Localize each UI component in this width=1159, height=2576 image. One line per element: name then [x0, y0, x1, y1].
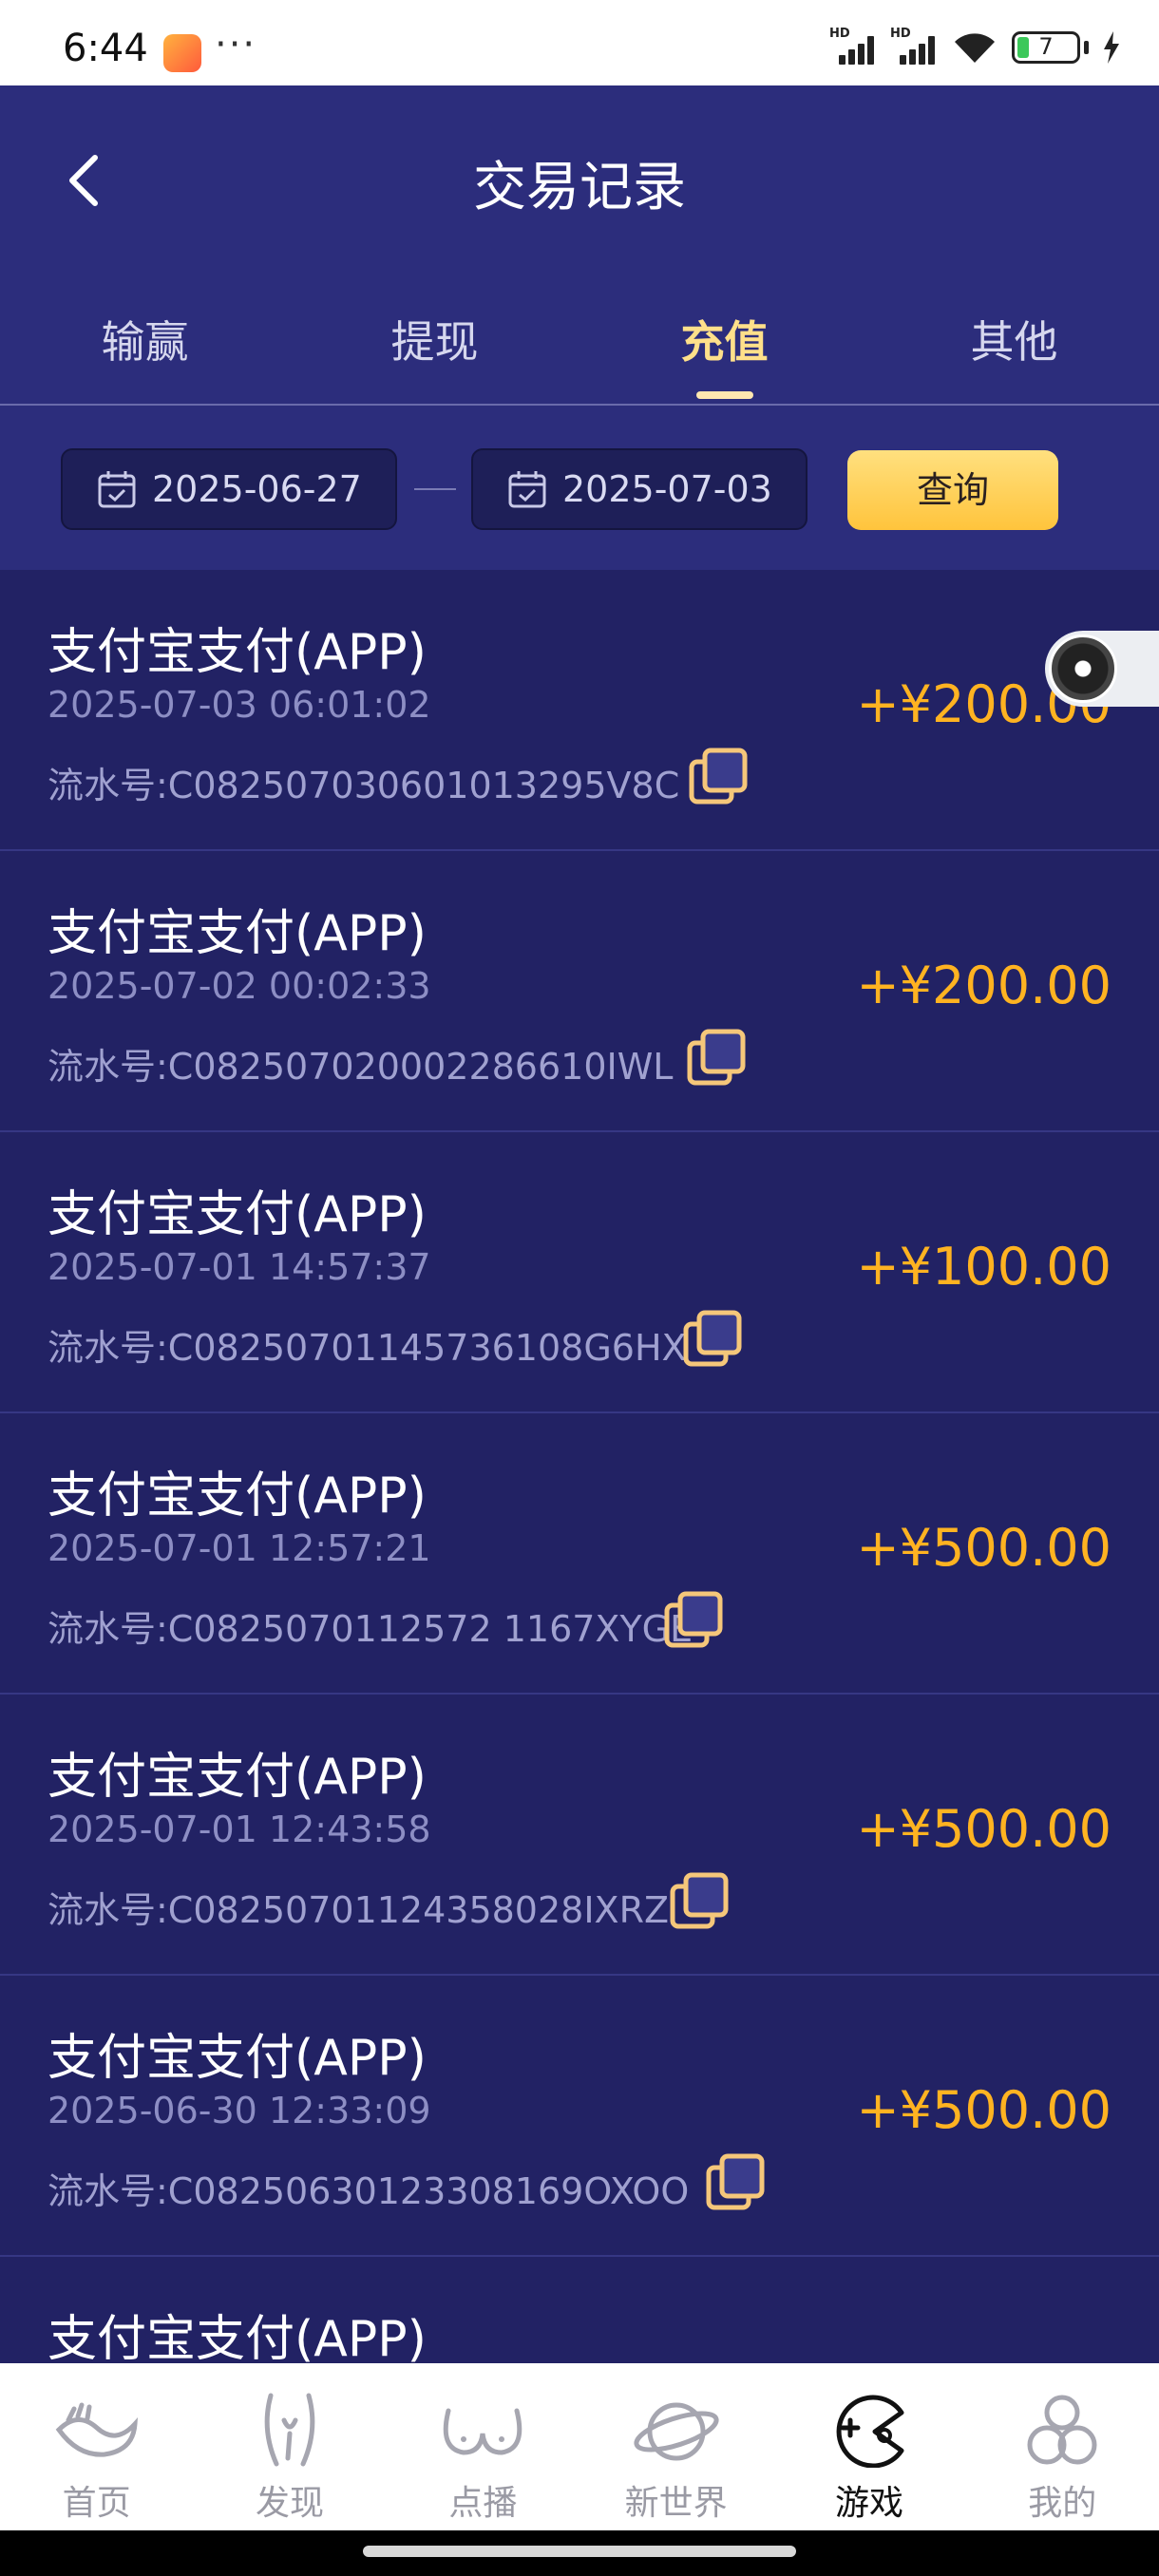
transaction-row: 支付宝支付(APP) 2025-07-01 14:57:37 流水号:C0825…	[0, 1132, 1159, 1413]
battery-icon: 7	[1012, 31, 1080, 64]
nav-discover[interactable]: 发现	[193, 2363, 386, 2530]
nav-label: 发现	[255, 2484, 324, 2523]
vod-icon	[444, 2408, 522, 2455]
transaction-title: 支付宝支付(APP)	[48, 624, 427, 681]
transaction-title: 支付宝支付(APP)	[48, 1186, 427, 1243]
page-title: 交易记录	[473, 157, 686, 218]
nav-profile[interactable]: 我的	[966, 2363, 1159, 2530]
nav-new-world[interactable]: 新世界	[580, 2363, 772, 2530]
copy-icon[interactable]	[663, 1590, 724, 1651]
home-hand-icon	[55, 2402, 138, 2457]
transaction-title: 支付宝支付(APP)	[48, 1468, 427, 1525]
nav-label: 我的	[1028, 2484, 1097, 2523]
signal-2-icon: HD	[890, 27, 938, 65]
home-indicator[interactable]	[363, 2546, 796, 2557]
transaction-amount: +¥500.00	[856, 1518, 1112, 1578]
transaction-row: 支付宝支付(APP) 2025-07-01 12:57:21 流水号:C0825…	[0, 1413, 1159, 1695]
transaction-row: 支付宝支付(APP) 2025-07-02 00:02:33 流水号:C0825…	[0, 851, 1159, 1132]
game-icon	[836, 2395, 904, 2468]
transaction-time: 2025-07-01 12:57:21	[48, 1527, 431, 1569]
date-filter: 2025-06-27 2025-07-03 查询	[0, 448, 1159, 536]
end-date-picker[interactable]: 2025-07-03	[471, 448, 808, 530]
transaction-row: 支付宝支付(APP) 2025-06-30 12:33:09 流水号:C0825…	[0, 1976, 1159, 2257]
transaction-time: 2025-06-30 12:33:09	[48, 2090, 431, 2131]
transaction-title: 支付宝支付(APP)	[48, 2030, 427, 2087]
tab-withdraw[interactable]: 提现	[290, 304, 580, 380]
charging-icon	[1104, 31, 1119, 64]
nav-label: 首页	[62, 2484, 131, 2523]
copy-icon[interactable]	[669, 1871, 730, 1932]
transaction-amount: +¥200.00	[856, 956, 1112, 1015]
transaction-amount: +¥500.00	[856, 2080, 1112, 2140]
calendar-icon	[98, 471, 136, 508]
battery-cap	[1084, 41, 1089, 54]
profile-icon	[1027, 2395, 1097, 2465]
transaction-row: 支付宝支付(APP) 2025-07-01 12:43:58 流水号:C0825…	[0, 1695, 1159, 1976]
battery-level: 7	[1038, 33, 1054, 60]
planet-icon	[634, 2402, 719, 2461]
transaction-amount: +¥500.00	[856, 1799, 1112, 1859]
transaction-serial: 流水号:C082507030601013295V8C	[48, 765, 680, 806]
transaction-row: 支付宝支付(APP)	[0, 2257, 1159, 2365]
transaction-title: 支付宝支付(APP)	[48, 905, 427, 962]
start-date-picker[interactable]: 2025-06-27	[61, 448, 397, 530]
transaction-time: 2025-07-02 00:02:33	[48, 965, 431, 1007]
nav-home[interactable]: 首页	[0, 2363, 193, 2530]
copy-icon[interactable]	[705, 2152, 766, 2213]
date-range-separator	[414, 488, 456, 490]
tab-recharge[interactable]: 充值	[580, 304, 869, 399]
start-date-text: 2025-06-27	[152, 468, 362, 510]
copy-icon[interactable]	[686, 1028, 747, 1089]
status-bar: 6:44 ··· HD HD 7	[0, 0, 1159, 85]
nav-game[interactable]: 游戏	[772, 2363, 965, 2530]
transaction-serial: 流水号:C08250701145736108G6HX	[48, 1327, 687, 1369]
transaction-time: 2025-07-03 06:01:02	[48, 684, 431, 726]
transaction-time: 2025-07-01 12:43:58	[48, 1809, 431, 1850]
nav-label: 点播	[448, 2484, 518, 2523]
transaction-serial: 流水号:C082507020002286610IWL	[48, 1046, 674, 1088]
app-notification-icon	[163, 34, 201, 72]
transaction-time: 2025-07-01 14:57:37	[48, 1246, 431, 1288]
copy-icon[interactable]	[682, 1309, 743, 1370]
transaction-amount: +¥100.00	[856, 1237, 1112, 1297]
status-more-dots: ···	[215, 23, 257, 66]
transaction-serial: 流水号:C08250630123308169OXOO	[48, 2170, 690, 2212]
tab-bar: 输赢 提现 充值 其他	[0, 304, 1159, 399]
tab-win-loss[interactable]: 输赢	[0, 304, 290, 380]
query-button[interactable]: 查询	[847, 450, 1058, 530]
transaction-title: 支付宝支付(APP)	[48, 2311, 427, 2365]
tab-divider	[0, 404, 1159, 406]
music-disc-icon	[1049, 635, 1117, 703]
transaction-list[interactable]: 支付宝支付(APP) 2025-07-03 06:01:02 流水号:C0825…	[0, 570, 1159, 2365]
nav-vod[interactable]: 点播	[387, 2363, 580, 2530]
transaction-serial: 流水号:C0825070112572 1167XYGE	[48, 1608, 694, 1650]
transaction-title: 支付宝支付(APP)	[48, 1749, 427, 1806]
tab-other[interactable]: 其他	[869, 304, 1159, 380]
transaction-row: 支付宝支付(APP) 2025-07-03 06:01:02 流水号:C0825…	[0, 570, 1159, 851]
discover-icon	[264, 2393, 315, 2467]
status-indicators: HD HD 7	[829, 27, 1121, 66]
status-time: 6:44	[63, 27, 148, 70]
floating-music-button[interactable]	[1045, 631, 1159, 707]
nav-label: 新世界	[624, 2484, 728, 2523]
end-date-text: 2025-07-03	[562, 468, 772, 510]
wifi-icon	[955, 33, 995, 63]
copy-icon[interactable]	[688, 747, 749, 807]
bottom-nav: 首页 发现 点播 新世界 游戏 我的	[0, 2363, 1159, 2530]
calendar-icon	[508, 471, 546, 508]
transaction-serial: 流水号:C08250701124358028IXRZ	[48, 1889, 670, 1931]
signal-1-icon: HD	[829, 27, 877, 65]
gesture-bar	[0, 2530, 1159, 2576]
nav-label: 游戏	[834, 2484, 903, 2523]
header: 交易记录 输赢 提现 充值 其他 2025-06-27 2025-07-03 查…	[0, 85, 1159, 570]
